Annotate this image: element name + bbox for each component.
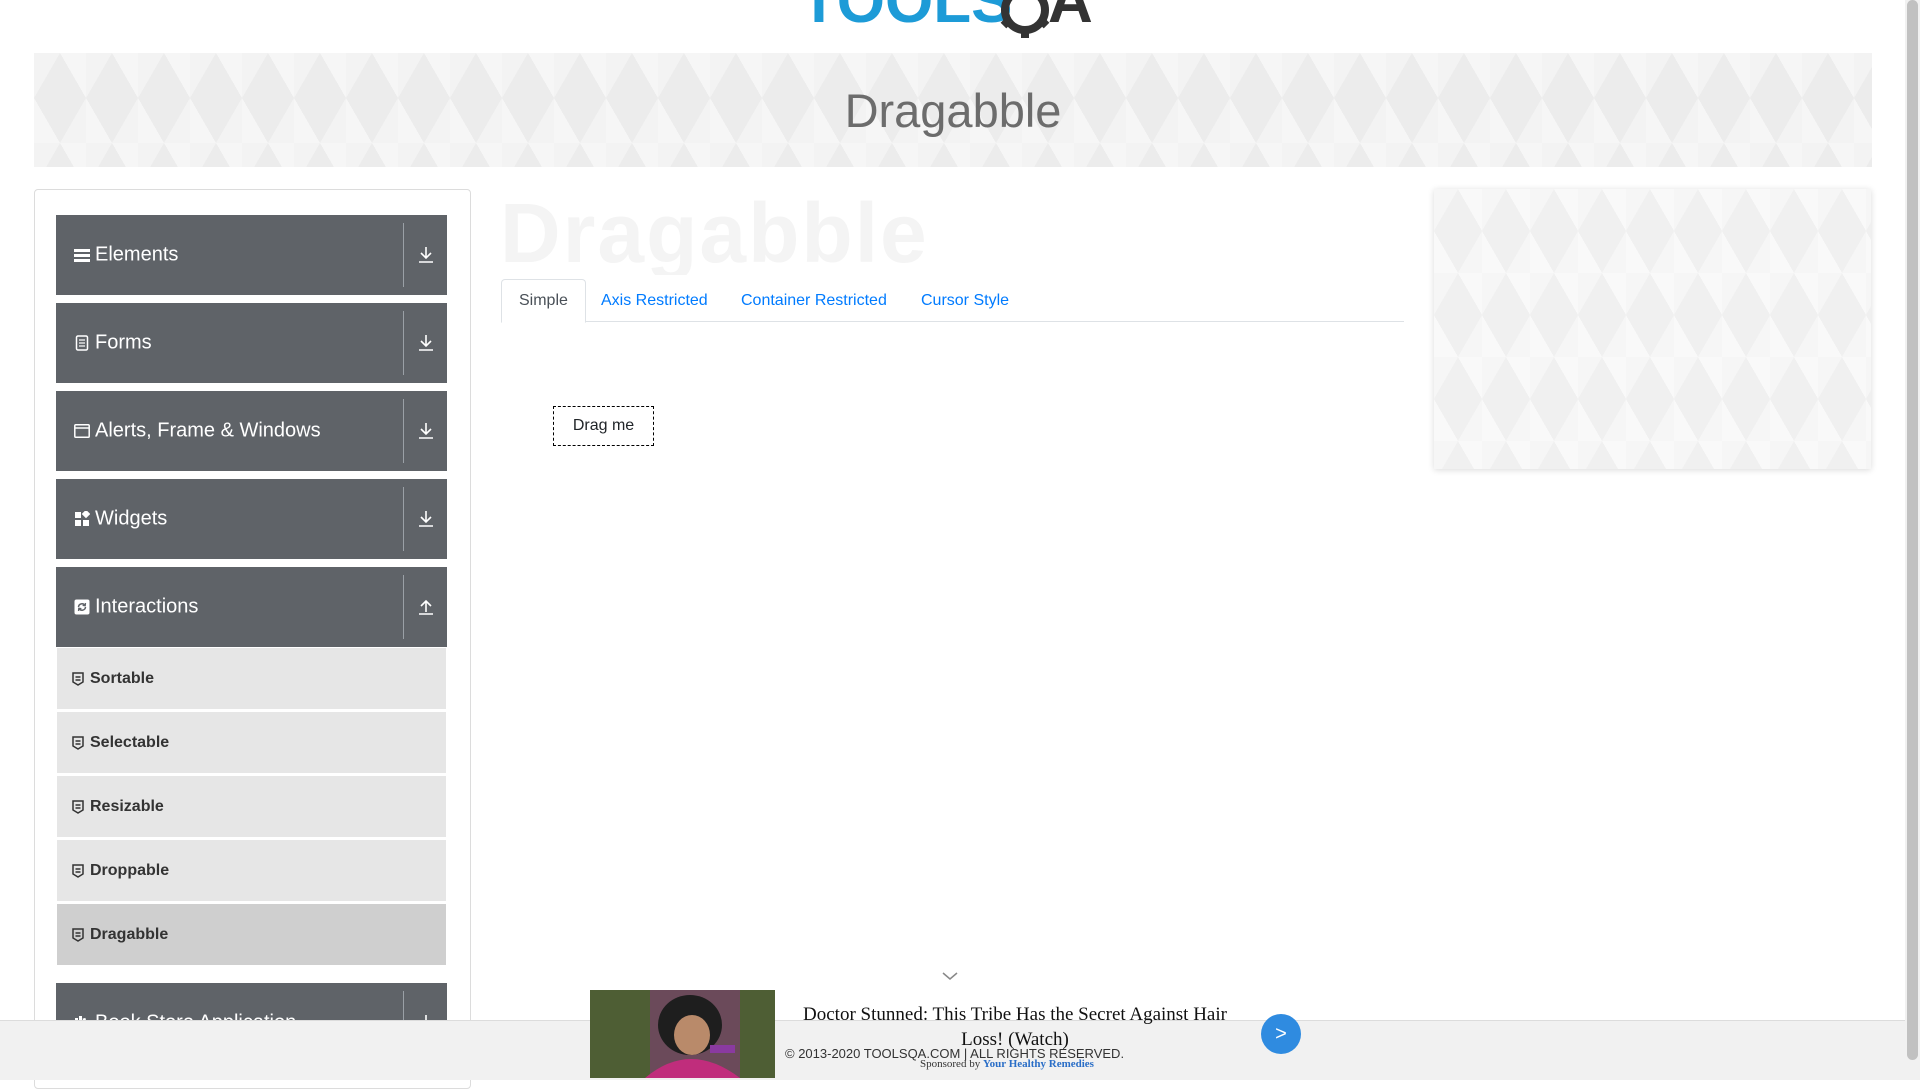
sidebar-item-selectable[interactable]: Selectable [57,712,446,774]
chevron-down-icon[interactable] [941,970,959,982]
tab-simple[interactable]: Simple [501,279,586,323]
page-scrollbar[interactable] [1905,0,1920,1080]
page-title: Dragabble [844,83,1062,137]
ad-image[interactable] [590,990,775,1078]
grid-icon [75,511,90,526]
ad-sponsor-line: Sponsored by Your Healthy Remedies [920,1058,1094,1070]
sidebar-item-sortable[interactable]: Sortable [57,648,446,710]
sidebar-group-label: Widgets [95,507,168,530]
right-ad-placeholder [1434,189,1871,469]
sidebar-group-alerts-frame-windows[interactable]: Alerts, Frame & Windows [56,391,447,471]
svg-text:A: A [1048,0,1093,36]
list-bullet-icon [72,735,84,750]
toolsqa-logo[interactable]: TOOLS A [800,0,1120,46]
upload-arrow-icon[interactable] [418,598,434,616]
sidebar-group-widgets[interactable]: Widgets [56,479,447,559]
sidebar-group-elements[interactable]: Elements [56,215,447,295]
sidebar: Elements Forms Alerts, Frame & Windows W… [34,189,471,1089]
page-banner: Dragabble [34,53,1872,167]
sidebar-group-label: Alerts, Frame & Windows [95,419,321,442]
sidebar-item-label: Dragabble [90,925,169,943]
sidebar-group-forms[interactable]: Forms [56,303,447,383]
tab-axis-restricted[interactable]: Axis Restricted [584,279,725,322]
refresh-icon [74,599,90,615]
divider [403,399,404,463]
download-arrow-icon[interactable] [418,246,434,264]
divider [403,487,404,551]
faded-heading: Dragabble [500,186,929,275]
sidebar-item-label: Selectable [90,733,170,751]
tab-bar: Simple Axis Restricted Container Restric… [501,279,1404,323]
sidebar-group-label: Interactions [95,595,199,618]
download-arrow-icon[interactable] [418,422,434,440]
divider [403,223,404,287]
sidebar-item-label: Resizable [90,797,164,815]
download-arrow-icon[interactable] [418,334,434,352]
sidebar-item-droppable[interactable]: Droppable [57,840,446,902]
sponsor-name[interactable]: Your Healthy Remedies [983,1058,1094,1070]
ad-headline[interactable]: Doctor Stunned: This Tribe Has the Secre… [785,1002,1245,1052]
sidebar-group-interactions[interactable]: Interactions [56,567,447,647]
divider [403,311,404,375]
download-arrow-icon[interactable] [418,510,434,528]
sidebar-item-dragabble[interactable]: Dragabble [57,904,446,966]
bars-icon [74,249,90,262]
document-icon [75,335,89,351]
window-icon [74,424,90,438]
list-bullet-icon [72,927,84,942]
list-bullet-icon [72,671,84,686]
ad-next-button[interactable]: > [1261,1014,1301,1054]
sidebar-group-label: Forms [95,331,152,354]
tab-cursor-style[interactable]: Cursor Style [904,279,1026,322]
svg-text:TOOLS: TOOLS [800,0,1012,36]
sponsored-by-label: Sponsored by [920,1058,981,1070]
scrollbar-thumb[interactable] [1907,0,1918,1060]
sidebar-item-label: Droppable [90,861,170,879]
sidebar-item-label: Sortable [90,669,155,687]
list-bullet-icon [72,863,84,878]
sponsored-ad[interactable]: Doctor Stunned: This Tribe Has the Secre… [590,990,1304,1078]
sidebar-item-resizable[interactable]: Resizable [57,776,446,838]
sidebar-group-label: Elements [95,243,179,266]
tab-container-restricted[interactable]: Container Restricted [724,279,904,322]
list-bullet-icon [72,799,84,814]
divider [403,575,404,639]
drag-me-box[interactable]: Drag me [553,406,654,446]
